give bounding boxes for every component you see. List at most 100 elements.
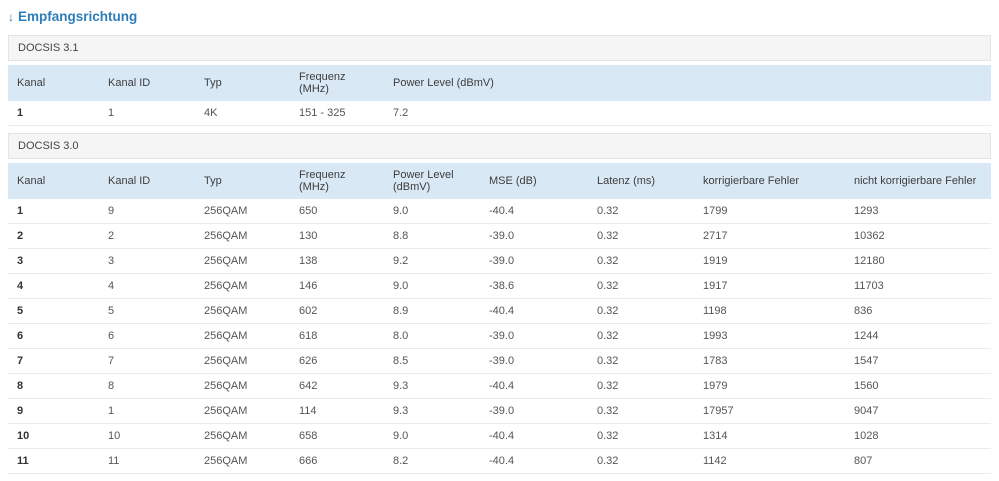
table-row: 6 6 256QAM 618 8.0 -39.0 0.32 1993 1244	[8, 323, 991, 349]
column-header: Typ	[195, 65, 290, 101]
docsis31-table: Kanal Kanal ID Typ Frequenz (MHz) Power Leve…	[8, 65, 991, 126]
cell: 0.32	[588, 298, 694, 324]
table-row: 1 9 256QAM 650 9.0 -40.4 0.32 1799 1293	[8, 199, 991, 224]
cell: 1993	[694, 323, 845, 349]
cell: 1	[99, 101, 195, 126]
cell: 1547	[845, 348, 991, 374]
cell: 138	[290, 248, 384, 274]
cell: 11	[99, 448, 195, 474]
cell: 256QAM	[195, 448, 290, 474]
cell: -39.0	[480, 398, 588, 424]
cell: -40.4	[480, 298, 588, 324]
cell: 9.3	[384, 373, 480, 399]
cell: 256QAM	[195, 423, 290, 449]
cell: 7	[99, 348, 195, 374]
table-header-row: Kanal Kanal ID Typ Frequenz (MHz) Power Leve…	[8, 65, 991, 101]
cell: 6	[8, 323, 99, 349]
cell: -38.6	[480, 273, 588, 299]
cell: -40.4	[480, 448, 588, 474]
cell: -39.0	[480, 223, 588, 249]
cell: 10362	[845, 223, 991, 249]
page-title: ↓ Empfangsrichtung	[8, 0, 991, 35]
table-row: 1212256QAM6748.5-39.00.321102948	[8, 473, 991, 481]
cell: 10	[99, 423, 195, 449]
cell: 256QAM	[195, 398, 290, 424]
column-header: Power Level (dBmV)	[384, 163, 480, 199]
cell: -40.4	[480, 423, 588, 449]
table-row: 2 2 256QAM 130 8.8 -39.0 0.32 2717 10362	[8, 223, 991, 249]
section-header-docsis30: DOCSIS 3.0	[8, 133, 991, 159]
column-header: MSE (dB)	[480, 163, 588, 199]
table-header-row: Kanal Kanal ID Typ Frequenz (MHz) Power Leve…	[8, 163, 991, 199]
table-row: 1 1 4K 151 - 325 7.2	[8, 101, 991, 126]
table-row: 9 1 256QAM 114 9.3 -39.0 0.32 17957 9047	[8, 398, 991, 424]
cell: 12180	[845, 248, 991, 274]
column-header: Kanal	[8, 163, 99, 199]
cell: 1	[8, 101, 99, 126]
cell: 256QAM	[195, 373, 290, 399]
cell: -40.4	[480, 373, 588, 399]
cell: 9.0	[384, 423, 480, 449]
cell: 650	[290, 199, 384, 224]
cell: 948	[845, 473, 991, 481]
cell: 8.0	[384, 323, 480, 349]
column-header: nicht korrigierbare Fehler	[845, 163, 991, 199]
table-row: 5 5 256QAM 602 8.9 -40.4 0.32 1198 836	[8, 298, 991, 324]
cell: 11703	[845, 273, 991, 299]
cell: 5	[99, 298, 195, 324]
column-header: Frequenz (MHz)	[290, 163, 384, 199]
section-header-docsis31: DOCSIS 3.1	[8, 35, 991, 61]
cell: 602	[290, 298, 384, 324]
cell: 256QAM	[195, 348, 290, 374]
column-header: Typ	[195, 163, 290, 199]
cell: 836	[845, 298, 991, 324]
down-arrow-icon: ↓	[8, 9, 14, 24]
table-row: 7 7 256QAM 626 8.5 -39.0 0.32 1783 1547	[8, 348, 991, 374]
table-row: 11 11 256QAM 666 8.2 -40.4 0.32 1142 807	[8, 448, 991, 474]
cell: 9.0	[384, 273, 480, 299]
cell: 151 - 325	[290, 101, 384, 126]
cell: 7.2	[384, 101, 991, 126]
cell: -39.0	[480, 323, 588, 349]
docsis30-table: Kanal Kanal ID Typ Frequenz (MHz) Power Leve…	[8, 163, 991, 481]
cell: 626	[290, 348, 384, 374]
cell: 9047	[845, 398, 991, 424]
cell: 256QAM	[195, 323, 290, 349]
column-header: korrigierbare Fehler	[694, 163, 845, 199]
cell: 0.32	[588, 273, 694, 299]
cell: 4	[99, 273, 195, 299]
cell: 1142	[694, 448, 845, 474]
cell: 3	[99, 248, 195, 274]
column-header: Kanal ID	[99, 163, 195, 199]
cell: 0.32	[588, 473, 694, 481]
table-row: 3 3 256QAM 138 9.2 -39.0 0.32 1919 12180	[8, 248, 991, 274]
cell: 1919	[694, 248, 845, 274]
cell: 0.32	[588, 223, 694, 249]
cell: 1783	[694, 348, 845, 374]
cell: 0.32	[588, 423, 694, 449]
cell: 1560	[845, 373, 991, 399]
table-row: 8 8 256QAM 642 9.3 -40.4 0.32 1979 1560	[8, 373, 991, 399]
section-header-docsis30-label: DOCSIS 3.0	[18, 140, 79, 152]
cell: -40.4	[480, 199, 588, 224]
cell: 4K	[195, 101, 290, 126]
cell: 256QAM	[195, 199, 290, 224]
cell: 12	[8, 473, 99, 481]
cell: 11	[8, 448, 99, 474]
table-row: 4 4 256QAM 146 9.0 -38.6 0.32 1917 11703	[8, 273, 991, 299]
column-header: Kanal ID	[99, 65, 195, 101]
cell: 6	[99, 323, 195, 349]
page-title-label: Empfangsrichtung	[18, 9, 138, 24]
cell: 12	[99, 473, 195, 481]
cell: 1314	[694, 423, 845, 449]
cell: 3	[8, 248, 99, 274]
cell: 9.2	[384, 248, 480, 274]
cell: 618	[290, 323, 384, 349]
cell: 1293	[845, 199, 991, 224]
column-header: Kanal	[8, 65, 99, 101]
cell: 2	[8, 223, 99, 249]
cell: 1244	[845, 323, 991, 349]
cell: 1799	[694, 199, 845, 224]
cell: 256QAM	[195, 298, 290, 324]
cell: 8.5	[384, 348, 480, 374]
